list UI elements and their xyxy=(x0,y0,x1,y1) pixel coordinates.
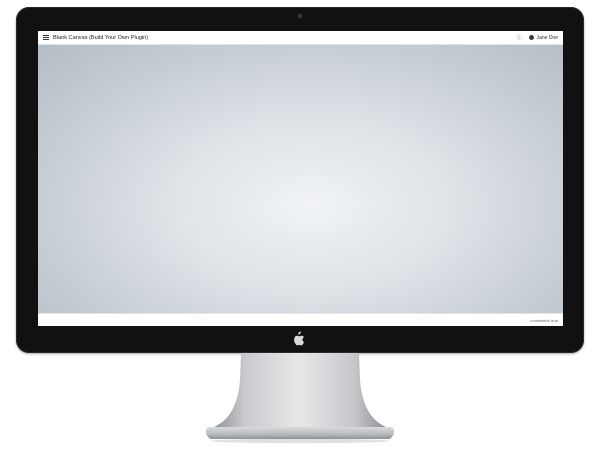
info-icon[interactable]: ⓘ xyxy=(517,35,523,41)
apple-logo-icon xyxy=(294,331,304,346)
app-header: Blank Canvas (Build Your Own Plugin) ⓘ J… xyxy=(38,31,563,45)
screen: Blank Canvas (Build Your Own Plugin) ⓘ J… xyxy=(38,31,563,326)
camera-icon xyxy=(298,14,302,18)
connection-status: connected: true xyxy=(530,317,558,323)
page-title: Blank Canvas (Build Your Own Plugin) xyxy=(53,34,149,41)
user-account-icon[interactable] xyxy=(528,35,534,40)
monitor-stand xyxy=(205,353,395,444)
status-bar: connected: true xyxy=(38,313,563,326)
header-actions: ⓘ Jane Doe xyxy=(517,35,558,42)
blank-canvas[interactable] xyxy=(38,45,563,313)
hamburger-menu-icon[interactable] xyxy=(43,35,49,40)
monitor-bezel: Blank Canvas (Build Your Own Plugin) ⓘ J… xyxy=(16,7,584,353)
user-name[interactable]: Jane Doe xyxy=(537,35,558,41)
